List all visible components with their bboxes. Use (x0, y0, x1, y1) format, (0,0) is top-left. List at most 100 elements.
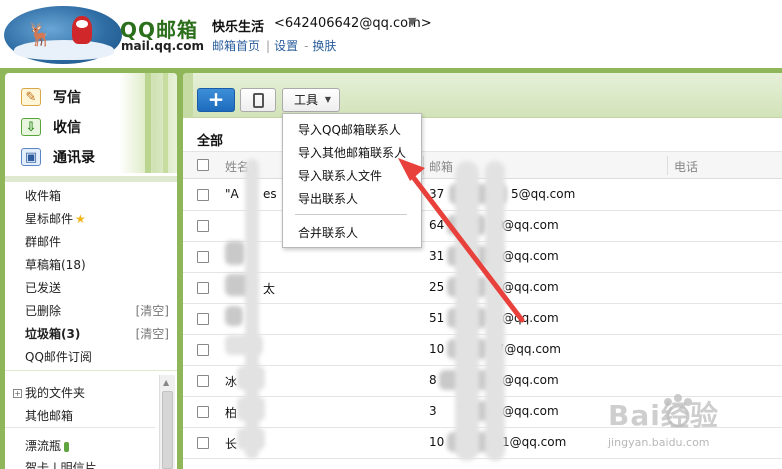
tools-label: 工具 (294, 93, 319, 107)
download-icon: ⇩ (21, 118, 41, 136)
settings-link[interactable]: 设置 (274, 39, 298, 53)
row-checkbox[interactable] (197, 189, 209, 201)
privacy-blur (225, 306, 243, 326)
contact-name-part: es (263, 187, 277, 201)
sidebar-item-group[interactable]: 群邮件 (25, 233, 61, 251)
contact-email: 64 (429, 218, 445, 232)
receive-mail-button[interactable]: ⇩ 收信 (21, 115, 81, 139)
row-checkbox[interactable] (197, 437, 209, 449)
pencil-icon: ✎ (21, 88, 41, 106)
scrollbar-thumb[interactable] (162, 391, 173, 469)
sidebar-scrollbar[interactable]: ▲ (159, 375, 175, 469)
sidebar-item-starred[interactable]: 星标邮件 ★ (25, 210, 86, 228)
receive-label: 收信 (53, 120, 81, 136)
select-all-checkbox[interactable] (197, 159, 209, 171)
row-checkbox[interactable] (197, 406, 209, 418)
privacy-blur (485, 161, 505, 461)
my-folders-label: 我的文件夹 (25, 386, 86, 400)
santa-icon (72, 16, 92, 44)
sidebar-item-drafts[interactable]: 草稿箱(18) (25, 256, 86, 274)
account-dropdown-icon[interactable]: ▼ (408, 15, 416, 28)
row-checkbox[interactable] (197, 251, 209, 263)
contact-email-part: 1@qq.com (502, 435, 567, 449)
column-divider (423, 156, 424, 175)
menu-merge-contacts[interactable]: 合并联系人 (298, 225, 358, 241)
menu-import-other-mailbox-contacts[interactable]: 导入其他邮箱联系人 (298, 145, 406, 161)
contact-email-part: @qq.com (502, 280, 559, 294)
contact-name-part: 太 (263, 282, 276, 296)
menu-import-qq-contacts[interactable]: 导入QQ邮箱联系人 (298, 122, 401, 138)
link-separator: | (266, 39, 271, 53)
contact-name: 冰 (225, 375, 238, 389)
sidebar-item-subscription[interactable]: QQ邮件订阅 (25, 348, 92, 366)
column-email-header: 邮箱 (429, 160, 454, 174)
sidebar-item-junk[interactable]: 垃圾箱(3) (25, 325, 80, 343)
privacy-blur (245, 159, 259, 459)
bottle-icon (64, 441, 70, 452)
starred-label: 星标邮件 (25, 212, 74, 226)
skin-link[interactable]: 换肤 (312, 39, 336, 53)
row-checkbox[interactable] (197, 344, 209, 356)
expand-icon: + (13, 389, 22, 398)
my-folders-toggle[interactable]: + 我的文件夹 (13, 384, 85, 401)
contact-email: 51 (429, 311, 445, 325)
sidebar-item-other-mailbox[interactable]: 其他邮箱 (25, 407, 73, 425)
empty-deleted-link[interactable]: [清空] (136, 302, 169, 320)
contact-email-part: @qq.com (502, 404, 559, 418)
user-nickname: 快乐生活 (212, 20, 265, 35)
contact-email: 10 (429, 435, 445, 449)
contact-name: "A (225, 187, 239, 201)
privacy-blur (455, 161, 479, 461)
empty-junk-link[interactable]: [清空] (136, 325, 169, 343)
tools-dropdown-menu: 导入QQ邮箱联系人 导入其他邮箱联系人 导入联系人文件 导出联系人 合并联系人 (282, 113, 422, 248)
row-checkbox[interactable] (197, 313, 209, 325)
contact-email: 10 (429, 342, 445, 356)
top-links: 邮箱首页 | 设置 - 换肤 (212, 37, 338, 54)
menu-export-contacts[interactable]: 导出联系人 (298, 191, 358, 207)
contact-email-part: @qq.com (502, 311, 559, 325)
sidebar: ✎ 写信 ⇩ 收信 ▣ 通讯录 收件箱 星标邮件 ★ 群邮件 草稿箱(18) 已发… (5, 73, 177, 469)
column-divider (667, 156, 668, 175)
star-icon: ★ (75, 212, 86, 226)
reindeer-icon: 🦌 (26, 23, 54, 48)
header: 🦌 QQ邮箱 mail.qq.com 快乐生活 <642406642@qq.co… (0, 0, 782, 68)
add-contact-button[interactable]: + (197, 88, 235, 112)
contact-email: 37 (429, 187, 445, 201)
sidebar-item-deleted[interactable]: 已删除 (25, 302, 61, 320)
contacts-label: 通讯录 (53, 150, 95, 166)
column-phone-header: 电话 (674, 160, 699, 174)
contacts-button[interactable]: ▣ 通讯录 (21, 145, 95, 169)
sidebar-item-drift-bottle[interactable]: 漂流瓶 (25, 437, 70, 455)
table-header: 姓名↓ 邮箱 电话 (183, 151, 782, 179)
sidebar-item-sent[interactable]: 已发送 (25, 279, 61, 297)
contact-email: 8 (429, 373, 437, 387)
toolbar: + 工具 ▼ (183, 73, 782, 118)
scroll-up-icon[interactable]: ▲ (163, 378, 169, 387)
chevron-down-icon: ▼ (324, 95, 331, 104)
contact-email-part: 5@qq.com (511, 187, 576, 201)
sidebar-divider (5, 370, 177, 371)
mobile-sync-button[interactable] (240, 88, 276, 112)
tools-menu-button[interactable]: 工具 ▼ (282, 88, 340, 112)
contact-email: 3 (429, 404, 437, 418)
paw-icon (664, 394, 692, 428)
sidebar-divider (5, 176, 177, 182)
link-separator: - (304, 39, 309, 53)
bamboo-decoration (119, 73, 177, 173)
drift-bottle-label: 漂流瓶 (25, 439, 62, 453)
bamboo-decoration (183, 73, 193, 118)
sidebar-item-inbox[interactable]: 收件箱 (25, 187, 61, 205)
menu-import-contact-file[interactable]: 导入联系人文件 (298, 168, 382, 184)
home-link[interactable]: 邮箱首页 (212, 39, 260, 53)
write-mail-button[interactable]: ✎ 写信 (21, 85, 81, 109)
contact-email-part: @qq.com (502, 218, 559, 232)
row-checkbox[interactable] (197, 282, 209, 294)
phone-icon (253, 93, 264, 108)
write-label: 写信 (53, 90, 81, 106)
sidebar-item-cards[interactable]: 贺卡 | 明信片 (25, 459, 97, 469)
contact-email-part: @qq.com (502, 373, 559, 387)
menu-divider (295, 214, 407, 215)
row-checkbox[interactable] (197, 220, 209, 232)
row-checkbox[interactable] (197, 375, 209, 387)
sidebar-divider (5, 427, 155, 428)
